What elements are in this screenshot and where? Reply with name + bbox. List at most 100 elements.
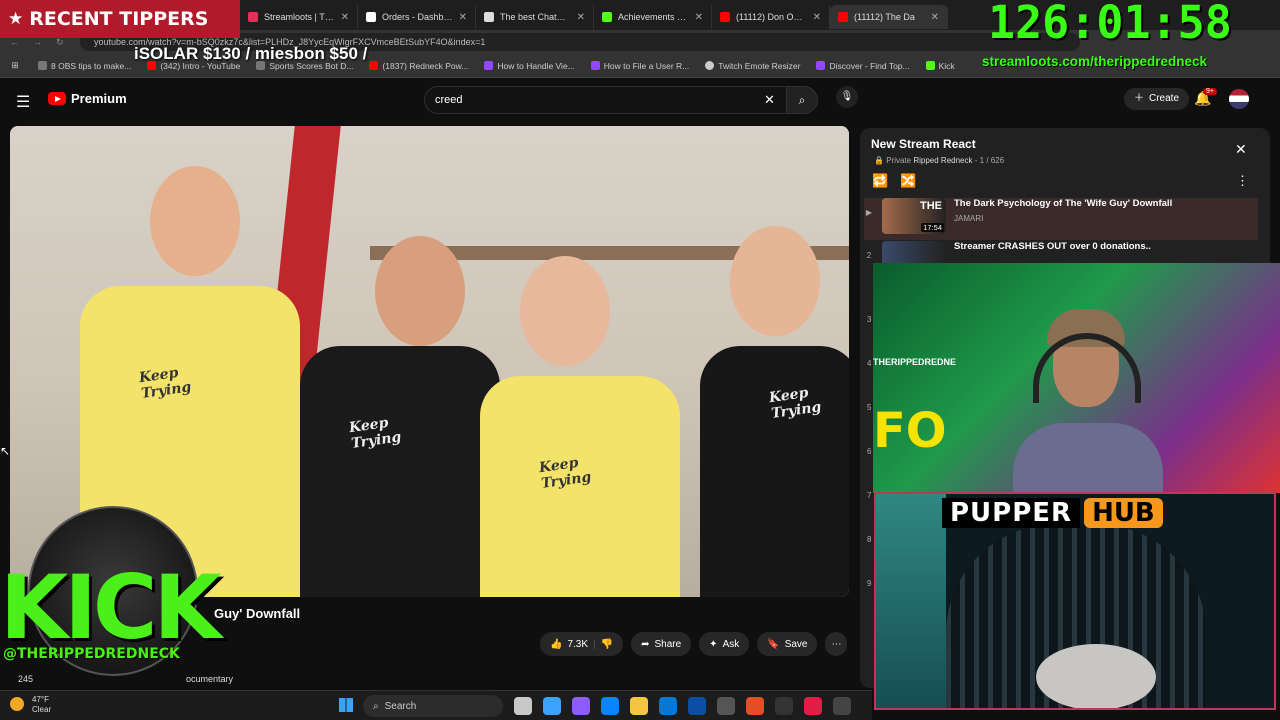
like-button[interactable]: 👍 7.3K | 👎 — [540, 632, 624, 656]
video-person: Keep Trying — [700, 196, 849, 597]
playlist-controls: 🔁 🔀 — [872, 173, 916, 189]
bookmark[interactable]: How to Handle Vie... — [476, 61, 582, 71]
browser-tab[interactable]: Orders - Dashboar ✕ — [358, 5, 476, 29]
close-tab-icon[interactable]: ✕ — [459, 12, 467, 23]
close-tab-icon[interactable]: ✕ — [813, 12, 821, 23]
share-button[interactable]: ➦ Share — [631, 632, 692, 656]
playlist-item-title: The Dark Psychology of The 'Wife Guy' Do… — [954, 198, 1173, 209]
taskbar-app-icon[interactable] — [572, 697, 590, 715]
search-value: creed — [435, 94, 463, 106]
taskbar-app-icon[interactable] — [688, 697, 706, 715]
kick-logo-overlay: KICK @THERIPPEDREDNECK — [0, 506, 225, 720]
weather-condition: Clear — [32, 705, 52, 714]
taskbar-app-icon[interactable] — [630, 697, 648, 715]
reload-icon[interactable]: ↻ — [56, 37, 64, 48]
windows-start-icon[interactable] — [339, 698, 353, 712]
close-tab-icon[interactable]: ✕ — [341, 12, 349, 23]
search-button[interactable]: ⌕ — [786, 86, 818, 114]
clear-search-icon[interactable]: ✕ — [764, 92, 775, 108]
playlist-item-duration: 17:54 — [921, 223, 944, 232]
mouse-cursor-icon: ↖ — [0, 444, 11, 458]
create-button[interactable]: ＋ Create — [1124, 88, 1190, 110]
tab-label: (11112) Don Omar — [736, 12, 807, 22]
browser-tab[interactable]: Streamloots | Therip ✕ — [240, 5, 358, 29]
playlist-item-number: 9 — [867, 579, 872, 588]
loop-icon[interactable]: 🔁 — [872, 173, 888, 189]
share-icon: ➦ — [641, 638, 650, 650]
taskbar-app-icons — [514, 697, 851, 715]
taskbar-app-icon[interactable] — [833, 697, 851, 715]
bookmark-icon: 🔖 — [767, 638, 780, 650]
playlist-privacy: Private — [886, 156, 912, 165]
save-label: Save — [784, 638, 808, 650]
bookmark[interactable]: Kick — [918, 61, 963, 71]
bookmark[interactable]: Twitch Emote Resizer — [697, 61, 808, 71]
ask-label: Ask — [722, 638, 740, 650]
tab-label: The best ChatBot a — [500, 12, 571, 22]
back-icon[interactable]: ← — [10, 37, 19, 48]
taskbar-app-icon[interactable] — [775, 697, 793, 715]
youtube-logo[interactable]: Premium — [48, 91, 127, 106]
taskbar-app-icon[interactable] — [746, 697, 764, 715]
taskbar-app-icon[interactable] — [601, 697, 619, 715]
brand-label: Premium — [71, 91, 127, 106]
browser-tab[interactable]: Achievements - Kic ✕ — [594, 5, 712, 29]
close-playlist-icon[interactable]: ✕ — [1235, 141, 1247, 158]
bookmark-label: How to File a User R... — [603, 60, 690, 71]
playlist-item-number: 6 — [867, 447, 872, 456]
bookmark[interactable]: Discover - Find Top... — [808, 61, 917, 71]
browser-tab-active[interactable]: (11112) The Da ✕ — [830, 5, 948, 29]
avatar[interactable] — [1229, 89, 1249, 109]
bookmark[interactable]: How to File a User R... — [583, 61, 698, 71]
video-person-head — [375, 236, 465, 346]
playlist-item-number: ▶ — [865, 208, 873, 217]
shuffle-icon[interactable]: 🔀 — [900, 173, 916, 189]
playlist-item-number: 7 — [867, 491, 872, 500]
taskbar-app-icon[interactable] — [717, 697, 735, 715]
menu-icon[interactable]: ☰ — [16, 92, 30, 112]
youtube-header: ☰ Premium creed ✕ ⌕ 🎙 ＋ Create 🔔 9+ — [0, 80, 1280, 120]
more-actions-button[interactable]: ⋯ — [825, 632, 848, 656]
subathon-timer: 126:01:58 — [988, 0, 1232, 49]
weather-widget[interactable]: 47°F Clear — [10, 695, 51, 715]
sun-icon — [10, 697, 24, 711]
close-tab-icon[interactable]: ✕ — [931, 12, 939, 23]
playlist-more-icon[interactable]: ⋮ — [1236, 173, 1249, 189]
taskbar-search[interactable]: ⌕ Search — [363, 695, 503, 717]
thumbs-down-icon[interactable]: 👎 — [601, 639, 613, 650]
browser-tab[interactable]: (11112) Don Omar ✕ — [712, 5, 830, 29]
ask-button[interactable]: ✦ Ask — [699, 632, 750, 656]
youtube-play-icon — [48, 92, 66, 105]
streamloots-url: streamloots.com/therippedredneck — [982, 54, 1208, 69]
pupper-hub-word-1: PUPPER — [942, 498, 1081, 528]
star-icon: ★ — [8, 9, 24, 28]
share-label: Share — [654, 638, 682, 650]
recent-tippers-label: RECENT TIPPERS — [29, 8, 209, 30]
bookmark-label: (1837) Redneck Pow... — [382, 60, 469, 71]
search-input[interactable]: creed — [424, 86, 786, 114]
bookmark-favicon-icon — [590, 61, 600, 70]
playlist-title[interactable]: New Stream React — [871, 137, 976, 151]
bookmark-favicon-icon — [369, 61, 379, 70]
close-tab-icon[interactable]: ✕ — [695, 12, 703, 23]
taskbar-app-icon[interactable] — [804, 697, 822, 715]
playlist-owner[interactable]: Ripped Redneck — [913, 156, 972, 165]
taskbar-app-icon[interactable] — [543, 697, 561, 715]
playlist-item-meta: The Dark Psychology of The 'Wife Guy' Do… — [954, 198, 1172, 223]
apps-icon[interactable]: ⊞ — [0, 60, 30, 71]
bookmark[interactable]: 8 OBS tips to make... — [30, 61, 139, 71]
bookmark[interactable]: (1837) Redneck Pow... — [361, 61, 476, 71]
forward-icon[interactable]: → — [33, 37, 42, 48]
bookmark-favicon-icon — [925, 61, 935, 70]
thumbs-up-icon: 👍 — [550, 638, 563, 650]
close-tab-icon[interactable]: ✕ — [577, 12, 585, 23]
playlist-item[interactable]: ▶ THE 17:54 The Dark Psychology of The '… — [864, 198, 1258, 240]
taskbar-app-icon[interactable] — [514, 697, 532, 715]
playlist-item-title: Streamer CRASHES OUT over 0 donations.. — [954, 241, 1151, 252]
browser-tab[interactable]: The best ChatBot a ✕ — [476, 5, 594, 29]
playlist-item-channel: JAMARI — [954, 214, 984, 223]
create-label: Create — [1149, 93, 1180, 104]
taskbar-app-icon[interactable] — [659, 697, 677, 715]
voice-search-button[interactable]: 🎙 — [836, 86, 858, 108]
save-button[interactable]: 🔖 Save — [757, 632, 818, 656]
